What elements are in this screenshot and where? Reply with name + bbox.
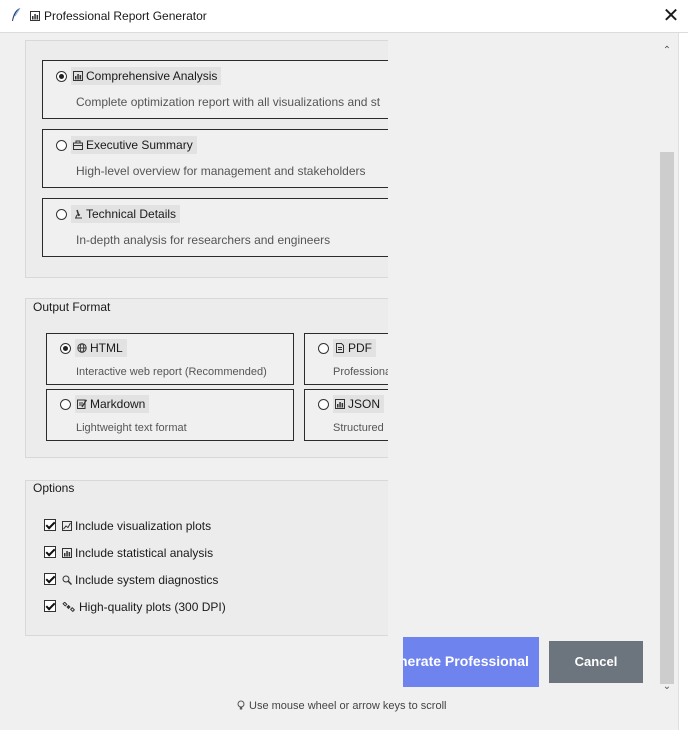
checkbox-label: Include system diagnostics [62,573,218,587]
bar-chart-icon [335,399,345,409]
options-label: Options [31,481,77,495]
format-option-description: Interactive web report (Recommended) [76,366,267,378]
feather-icon [12,7,21,21]
scrollable-panel[interactable]: Comprehensive Analysis Complete optimiza… [0,33,388,653]
generate-report-button[interactable]: nerate Professional [403,637,539,687]
format-radio-html[interactable] [60,343,71,354]
report-option-description: Complete optimization report with all vi… [76,95,381,109]
format-option-json[interactable]: JSON Structured [304,389,388,441]
chart-icon [62,521,72,531]
checkbox-label: High-quality plots (300 DPI) [62,600,226,614]
checkbox-label: Include statistical analysis [62,546,213,560]
checkbox-label: Include visualization plots [62,519,211,533]
format-option-html[interactable]: HTML Interactive web report (Recommended… [46,333,294,385]
scrollbar-thumb[interactable] [660,152,674,684]
format-option-description: Professiona [333,366,388,378]
document-icon [336,343,344,353]
checkbox-statistical-analysis[interactable] [44,546,56,558]
format-option-description: Lightweight text format [76,422,187,434]
scroll-up-icon[interactable]: ⌃ [661,45,673,57]
bar-chart-icon [30,11,40,21]
format-option-title: Markdown [75,395,150,413]
report-option-executive[interactable]: Executive Summary High-level overview fo… [42,129,388,188]
report-option-title: Technical Details [71,205,181,223]
title-bar: Professional Report Generator ✕ [0,0,688,33]
close-icon: ✕ [662,5,680,27]
dialog-content: Comprehensive Analysis Complete optimiza… [0,33,656,735]
format-option-title: PDF [333,339,376,357]
briefcase-icon [73,140,83,150]
report-option-title: Executive Summary [71,136,197,154]
format-radio-pdf[interactable] [318,343,329,354]
vertical-scrollbar[interactable]: ⌃ ⌄ [656,33,678,696]
report-option-title: Comprehensive Analysis [71,67,222,85]
output-format-label: Output Format [31,300,113,314]
background-window-edge [678,33,688,735]
generate-button-label: nerate Professional [403,653,529,669]
report-radio-technical[interactable] [56,209,67,220]
report-option-comprehensive[interactable]: Comprehensive Analysis Complete optimiza… [42,60,388,119]
background-window-edge [0,730,688,735]
bar-chart-icon [62,548,72,558]
format-option-title: JSON [333,395,385,413]
format-radio-json[interactable] [318,399,329,410]
scroll-down-icon[interactable]: ⌄ [661,681,673,693]
close-button[interactable]: ✕ [660,5,682,27]
magnifier-icon [62,575,72,585]
format-option-markdown[interactable]: Markdown Lightweight text format [46,389,294,441]
microscope-icon [75,209,82,219]
format-option-pdf[interactable]: PDF Professiona [304,333,388,385]
report-radio-comprehensive[interactable] [56,71,67,82]
format-option-description: Structured [333,422,384,434]
checkbox-system-diagnostics[interactable] [44,573,56,585]
report-option-technical[interactable]: Technical Details In-depth analysis for … [42,198,388,257]
report-option-description: High-level overview for management and s… [76,164,366,178]
format-radio-markdown[interactable] [60,399,71,410]
globe-icon [77,343,87,353]
memo-icon [77,399,87,409]
checkbox-visualization-plots[interactable] [44,519,56,531]
cancel-button[interactable]: Cancel [549,641,643,683]
satellite-icon [62,602,76,612]
format-option-title: HTML [75,339,127,357]
scroll-hint: Use mouse wheel or arrow keys to scroll [236,700,446,712]
report-option-description: In-depth analysis for researchers and en… [76,233,331,247]
report-radio-executive[interactable] [56,140,67,151]
window-title: Professional Report Generator [44,9,207,23]
lightbulb-icon [237,700,245,710]
bar-chart-icon [73,71,83,81]
checkbox-high-quality-plots[interactable] [44,600,56,612]
